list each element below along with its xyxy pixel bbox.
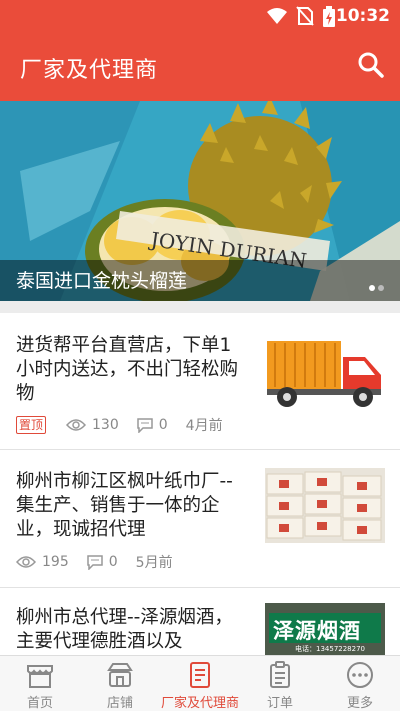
comment-count: 0	[158, 417, 168, 433]
nav-home[interactable]: 首页	[0, 656, 80, 711]
delivery-truck-image	[265, 335, 385, 410]
comment-count-group: 0	[137, 417, 168, 433]
wifi-icon	[267, 8, 287, 24]
sign-subtext: 电话：13457228270	[295, 645, 365, 653]
nav-manufacturers[interactable]: 厂家及代理商	[160, 656, 240, 711]
search-icon[interactable]	[356, 50, 386, 80]
store-icon	[107, 663, 133, 687]
item-meta: 195 0 5月前	[16, 552, 173, 572]
nav-more[interactable]: 更多	[320, 656, 400, 711]
item-title: 进货帮平台直营店，下单1小时内送达，不出门轻松购物	[16, 335, 239, 404]
no-sim-icon	[296, 6, 314, 26]
eye-icon	[66, 419, 87, 431]
nav-label: 订单	[266, 696, 293, 711]
sign-text: 泽源烟酒	[273, 619, 361, 643]
pinned-badge: 置顶	[16, 416, 47, 434]
document-icon	[190, 662, 210, 688]
list-item[interactable]: 柳州市柳江区枫叶纸巾厂--集生产、销售于一体的企业，现诚招代理 195 0 5月…	[0, 450, 400, 588]
comment-icon	[137, 417, 153, 433]
post-time: 4月前	[185, 418, 223, 434]
view-count: 195	[42, 554, 69, 570]
shop-sign-image: 泽源烟酒 电话：13457228270	[265, 603, 385, 663]
eye-icon	[16, 556, 36, 568]
view-count: 130	[92, 417, 119, 433]
status-bar: 10:32	[0, 0, 400, 32]
item-meta: 置顶 130 0 4月前	[16, 415, 223, 435]
section-divider	[0, 301, 400, 313]
nav-label: 厂家及代理商	[160, 696, 239, 711]
carousel-dot-active	[369, 285, 375, 291]
banner-caption: 泰国进口金枕头榴莲	[16, 270, 188, 292]
item-title: 柳州市柳江区枫叶纸巾厂--集生产、销售于一体的企业，现诚招代理	[16, 471, 233, 540]
carousel-dot	[378, 285, 384, 291]
comment-icon	[86, 554, 103, 570]
tissue-boxes-image	[265, 468, 385, 543]
view-count-group: 195	[16, 554, 69, 570]
nav-label: 更多	[346, 696, 373, 711]
more-icon	[347, 662, 373, 688]
bottom-navigation: 首页 店铺 厂家及代理商 订单 更多	[0, 655, 400, 711]
app-header: 10:32 厂家及代理商	[0, 0, 400, 101]
comment-count: 0	[108, 554, 118, 570]
comment-count-group: 0	[86, 554, 118, 570]
list-item[interactable]: 进货帮平台直营店，下单1小时内送达，不出门轻松购物 置顶 130 0 4月前	[0, 313, 400, 450]
order-list-icon	[270, 661, 290, 688]
status-time: 10:32	[335, 6, 390, 26]
banner-carousel[interactable]: JOYIN DURIAN 泰国进口金枕头榴莲	[0, 101, 400, 301]
carousel-indicator	[366, 276, 384, 295]
shop-icon	[27, 665, 53, 688]
nav-label: 首页	[26, 696, 53, 711]
battery-charging-icon	[323, 6, 335, 27]
view-count-group: 130	[66, 417, 119, 433]
nav-orders[interactable]: 订单	[240, 656, 320, 711]
page-title: 厂家及代理商	[20, 58, 159, 83]
post-time: 5月前	[135, 555, 173, 571]
nav-label: 店铺	[106, 696, 133, 711]
item-title: 柳州市总代理--泽源烟酒，主要代理德胜酒以及	[16, 607, 233, 652]
nav-store[interactable]: 店铺	[80, 656, 160, 711]
